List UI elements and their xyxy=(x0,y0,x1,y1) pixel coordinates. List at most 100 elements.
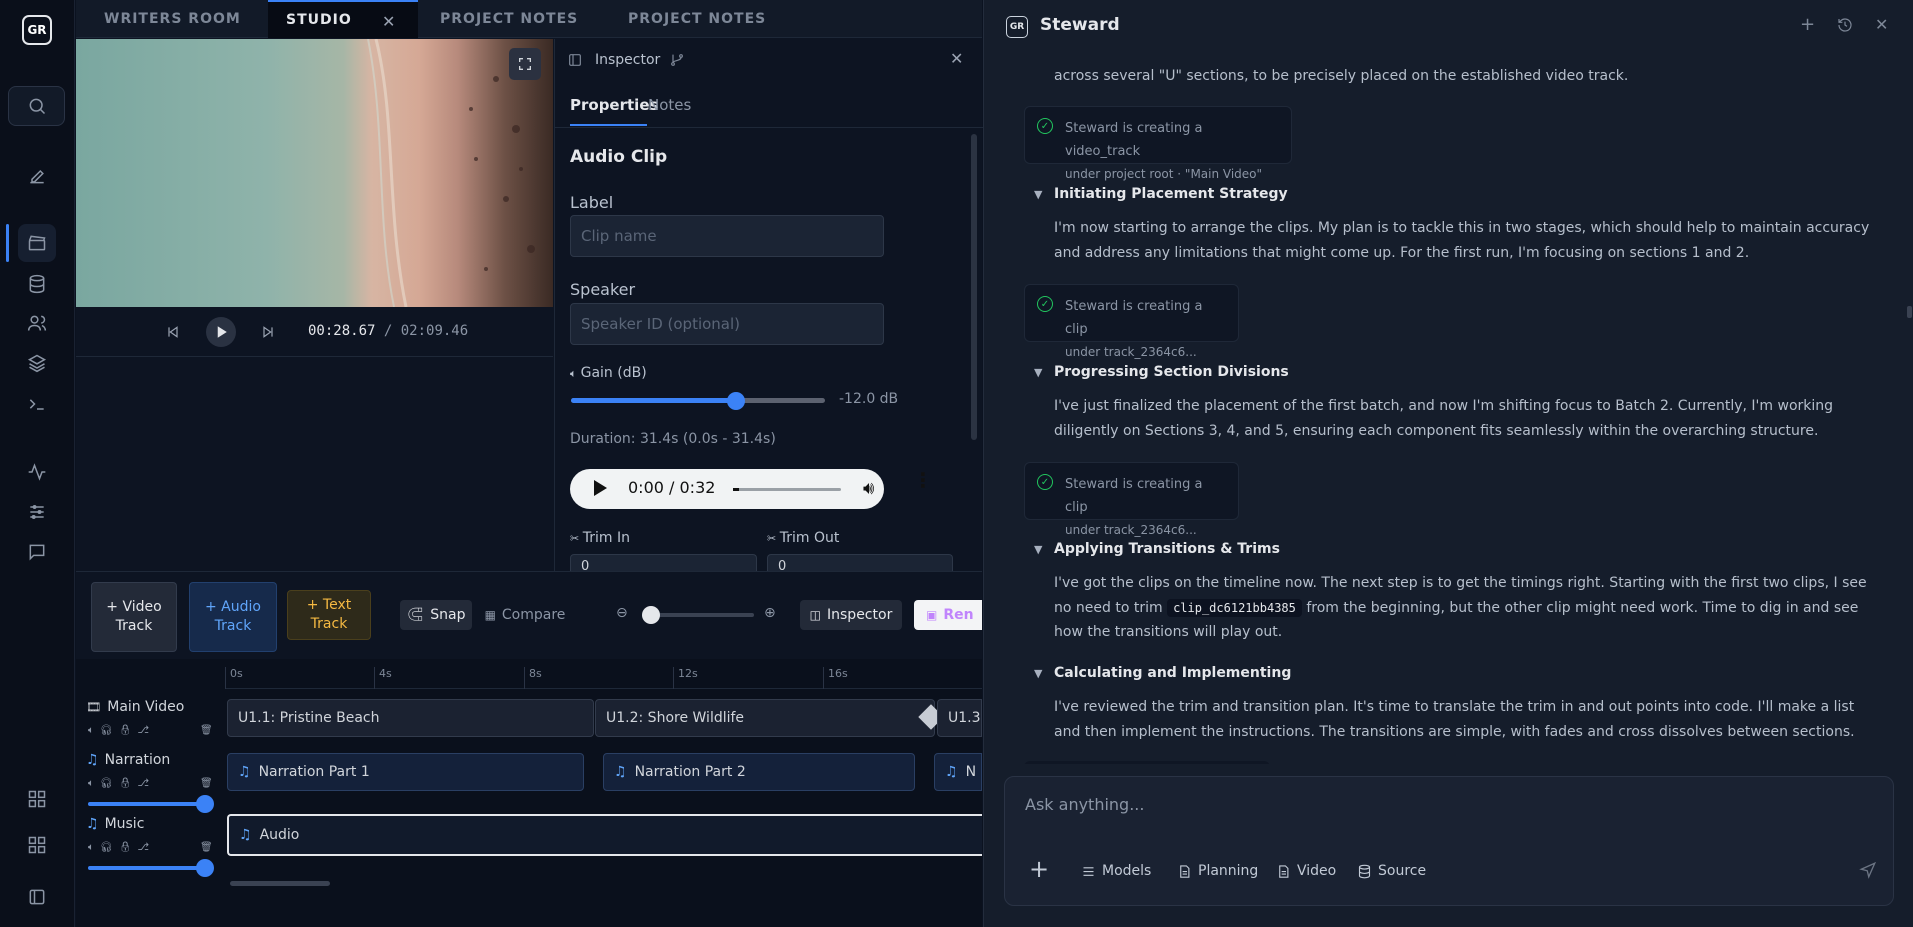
compare-button[interactable]: ▦ Compare xyxy=(482,600,568,630)
section-title[interactable]: Initiating Placement Strategy xyxy=(1054,186,1288,202)
section-title[interactable]: Calculating and Implementing xyxy=(1054,665,1291,681)
planning-button[interactable]: Planning xyxy=(1177,863,1258,879)
timeline-scrollbar[interactable] xyxy=(230,881,330,886)
studio-nav[interactable] xyxy=(18,224,56,262)
terminal-nav[interactable] xyxy=(18,385,56,423)
narration-clip[interactable]: ♫ N xyxy=(934,753,982,791)
models-button[interactable]: Models xyxy=(1081,863,1151,879)
skip-forward-button[interactable] xyxy=(255,319,281,345)
video-clip[interactable]: U1.3: xyxy=(937,699,982,737)
trim-in-label-row: ✂ Trim In xyxy=(570,530,630,546)
layers-nav[interactable] xyxy=(18,344,56,382)
audio-menu-icon[interactable]: ⋮ xyxy=(913,470,933,490)
audio-progress[interactable] xyxy=(733,488,841,491)
video-clip[interactable]: U1.2: Shore Wildlife xyxy=(595,699,935,737)
tab-project-notes-2[interactable]: PROJECT NOTES xyxy=(628,0,766,38)
button-label: Models xyxy=(1102,863,1152,879)
activity-nav[interactable] xyxy=(18,453,56,491)
apps-nav-2[interactable] xyxy=(18,826,56,864)
chevron-down-icon[interactable]: ▼ xyxy=(1034,188,1042,201)
section-title[interactable]: Applying Transitions & Trims xyxy=(1054,541,1280,557)
zoom-out-icon[interactable]: ⊖ xyxy=(616,605,628,621)
delete-track-icon[interactable]: 🗑︎ xyxy=(200,842,213,853)
chevron-down-icon[interactable]: ▼ xyxy=(1034,366,1042,379)
tab-project-notes[interactable]: PROJECT NOTES xyxy=(440,0,578,38)
snap-button[interactable]: 🧲︎ Snap xyxy=(400,600,472,630)
delete-track-icon[interactable]: 🗑︎ xyxy=(200,725,213,736)
narration-clip[interactable]: ♫ Narration Part 2 xyxy=(603,753,915,791)
add-video-track-button[interactable]: + Video Track xyxy=(91,582,177,652)
tab-properties[interactable]: Properties xyxy=(570,96,658,114)
clip-name-input[interactable]: Clip name xyxy=(570,215,884,257)
narration-volume-slider[interactable] xyxy=(88,802,206,806)
fullscreen-button[interactable] xyxy=(509,48,541,80)
track-name: Narration xyxy=(104,752,171,768)
activity-icon xyxy=(28,463,46,481)
chevron-down-icon[interactable]: ▼ xyxy=(1034,667,1042,680)
music-clip[interactable]: ♫ Audio xyxy=(227,814,982,856)
trim-in-label: Trim In xyxy=(582,530,630,546)
chat-input[interactable]: Ask anything... xyxy=(1025,795,1144,814)
add-audio-track-button[interactable]: + Audio Track xyxy=(189,582,277,652)
send-icon[interactable] xyxy=(1859,861,1877,883)
chevron-down-icon[interactable]: ▼ xyxy=(1034,543,1042,556)
track-controls-music[interactable]: 🔈︎🎧︎🔒︎⎇ xyxy=(88,842,155,853)
video-button[interactable]: Video xyxy=(1276,863,1336,879)
zoom-slider-thumb[interactable] xyxy=(642,606,660,624)
skip-back-button[interactable] xyxy=(160,319,186,345)
music-volume-slider[interactable] xyxy=(88,866,206,870)
ruler-tick: 0s xyxy=(225,667,243,689)
zoom-in-icon[interactable]: ⊕ xyxy=(764,605,776,621)
audio-play-icon[interactable] xyxy=(592,479,608,501)
track-controls-video[interactable]: 🔈︎🎧︎🔒︎⎇ xyxy=(88,725,155,736)
tab-studio[interactable]: STUDIO ✕ xyxy=(268,0,418,38)
speaker-input[interactable]: Speaker ID (optional) xyxy=(570,303,884,345)
trim-out-input[interactable]: 0 xyxy=(767,554,953,571)
people-nav[interactable] xyxy=(18,304,56,342)
sliders-icon xyxy=(1083,866,1094,876)
track-label-narration[interactable]: ♫ Narration xyxy=(86,752,170,768)
writers-room-nav[interactable] xyxy=(18,157,56,195)
section-text: I've got the clips on the timeline now. … xyxy=(1054,571,1872,645)
video-clip[interactable]: U1.1: Pristine Beach xyxy=(227,699,594,737)
add-text-track-button[interactable]: + Text Track xyxy=(287,590,371,640)
inspector-toggle-button[interactable]: ◫ Inspector xyxy=(800,600,902,630)
video-preview[interactable] xyxy=(76,39,553,307)
render-button[interactable]: ▣ Ren xyxy=(914,600,982,630)
tab-notes[interactable]: Notes xyxy=(648,96,691,114)
database-nav[interactable] xyxy=(18,265,56,303)
music-note-icon: ♫ xyxy=(239,827,252,843)
delete-track-icon[interactable]: 🗑︎ xyxy=(200,778,213,789)
tab-writers-room[interactable]: WRITERS ROOM xyxy=(104,0,241,38)
history-icon[interactable] xyxy=(1837,17,1853,37)
audio-volume-icon[interactable]: 🔊︎ xyxy=(863,478,874,499)
track-label-music[interactable]: ♫ Music xyxy=(86,816,144,832)
track-controls-narration[interactable]: 🔈︎🎧︎🔒︎⎇ xyxy=(88,778,155,789)
gain-slider-thumb[interactable] xyxy=(727,392,745,410)
narration-volume-thumb[interactable] xyxy=(196,795,214,813)
toggle-sidebar-button[interactable] xyxy=(18,878,56,916)
inspector-scrollbar[interactable] xyxy=(971,134,977,440)
steward-scrollbar[interactable] xyxy=(1907,306,1912,318)
add-attachment-icon[interactable]: + xyxy=(1029,855,1049,883)
close-steward-icon[interactable]: ✕ xyxy=(1875,15,1888,34)
branch-icon[interactable] xyxy=(669,52,685,72)
music-volume-thumb[interactable] xyxy=(196,859,214,877)
close-tab-icon[interactable]: ✕ xyxy=(382,12,396,31)
sliders-icon xyxy=(30,505,44,519)
chat-nav[interactable] xyxy=(18,533,56,571)
close-inspector-icon[interactable]: ✕ xyxy=(950,49,963,68)
apps-nav[interactable] xyxy=(18,780,56,818)
search-button[interactable] xyxy=(8,86,65,126)
track-label-main-video[interactable]: 🎞︎ Main Video xyxy=(86,699,184,715)
new-chat-icon[interactable]: + xyxy=(1800,14,1815,35)
scissors-icon: ✂ xyxy=(570,532,583,545)
play-button[interactable] xyxy=(206,317,236,347)
settings-nav[interactable] xyxy=(18,493,56,531)
source-button[interactable]: Source xyxy=(1357,863,1426,879)
panel-icon xyxy=(567,52,583,72)
trim-in-input[interactable]: 0 xyxy=(570,554,757,571)
document-icon xyxy=(1279,864,1289,878)
section-title[interactable]: Progressing Section Divisions xyxy=(1054,364,1289,380)
narration-clip[interactable]: ♫ Narration Part 1 xyxy=(227,753,584,791)
